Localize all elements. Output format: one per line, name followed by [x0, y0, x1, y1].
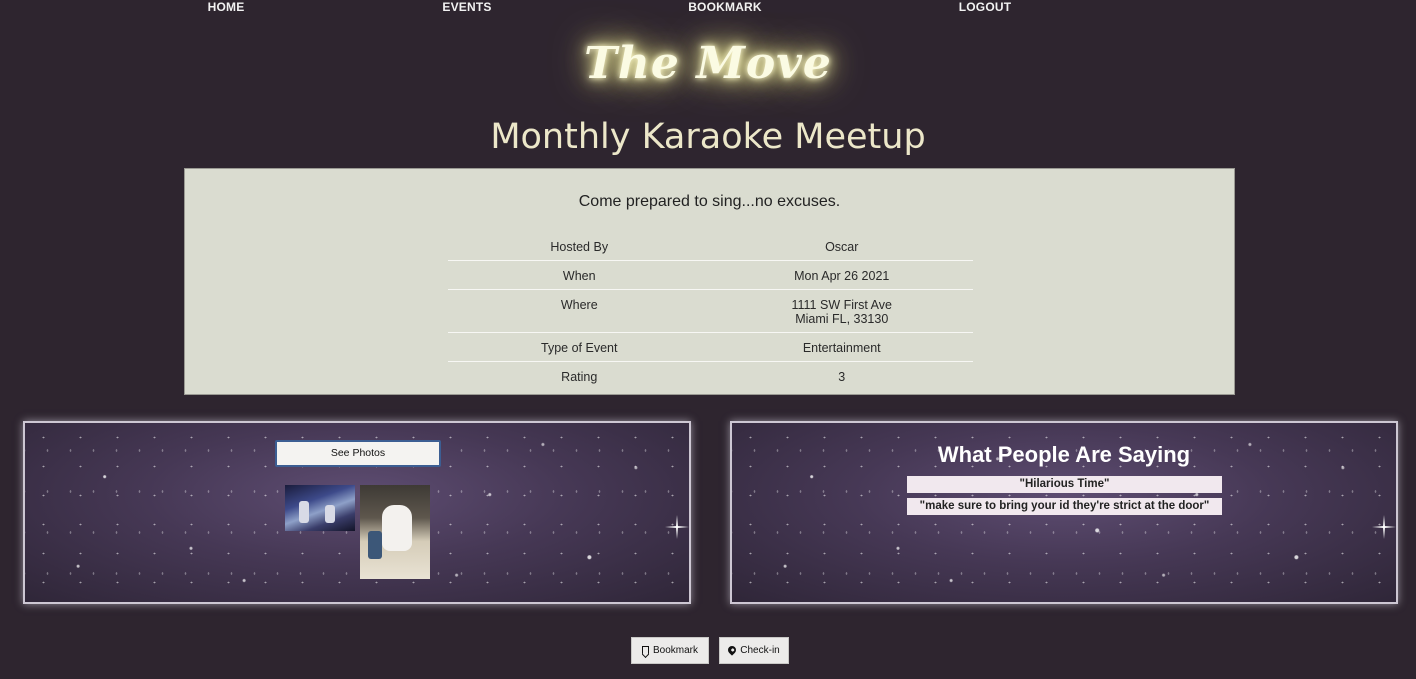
type-value: Entertainment [710, 332, 973, 362]
see-photos-button[interactable]: See Photos [275, 440, 441, 467]
bookmark-button-label: Bookmark [652, 645, 698, 656]
details-row-type: Type of Event Entertainment [448, 332, 973, 362]
check-in-button[interactable]: Check-in [719, 637, 789, 664]
details-row-where: Where 1111 SW First Ave Miami FL, 33130 [448, 289, 973, 333]
address-line-1: 1111 SW First Ave [791, 298, 892, 312]
nav-home-link[interactable]: HOME [208, 0, 245, 14]
site-logo: The Move [584, 38, 832, 89]
map-pin-icon [726, 643, 738, 656]
bookmark-button[interactable]: Bookmark [631, 637, 709, 664]
when-value: Mon Apr 26 2021 [710, 260, 973, 290]
type-label: Type of Event [448, 332, 711, 362]
rating-value: 3 [710, 361, 973, 390]
sparkle-icon [1372, 515, 1396, 539]
person-leg-figure [368, 531, 382, 559]
when-label: When [448, 260, 711, 290]
bookmark-icon [641, 646, 649, 655]
check-in-button-label: Check-in [740, 645, 780, 656]
photos-panel: See Photos [23, 421, 691, 604]
where-value: 1111 SW First Ave Miami FL, 33130 [710, 289, 973, 333]
review-item: "Hilarious Time" [907, 476, 1222, 493]
rating-label: Rating [448, 361, 711, 390]
review-item: "make sure to bring your id they're stri… [907, 498, 1222, 515]
dog-figure [382, 505, 412, 551]
event-description: Come prepared to sing...no excuses. [578, 193, 841, 210]
details-row-host: Hosted By Oscar [448, 232, 973, 261]
photo-thumbnail-dog[interactable] [360, 485, 430, 579]
where-label: Where [448, 289, 711, 333]
performer-figure [299, 501, 309, 523]
sparkle-icon [665, 515, 689, 539]
details-row-when: When Mon Apr 26 2021 [448, 260, 973, 290]
event-title: Monthly Karaoke Meetup [490, 117, 926, 157]
photo-thumbnail-stage[interactable] [285, 485, 355, 531]
address-line-2: Miami FL, 33130 [795, 312, 889, 326]
performer-figure [325, 505, 335, 523]
host-label: Hosted By [550, 240, 609, 254]
nav-bookmark-link[interactable]: BOOKMARK [688, 0, 762, 14]
reviews-panel: What People Are Saying "Hilarious Time" … [730, 421, 1398, 604]
event-details-table: Hosted By Oscar When Mon Apr 26 2021 Whe… [448, 232, 973, 390]
reviews-heading: What People Are Saying [937, 442, 1191, 467]
nav-logout-link[interactable]: LOGOUT [959, 0, 1012, 14]
details-row-rating: Rating 3 [448, 361, 973, 390]
top-nav: HOME EVENTS BOOKMARK LOGOUT [0, 0, 1416, 14]
event-details-card: Come prepared to sing...no excuses. Host… [184, 168, 1235, 395]
nav-events-link[interactable]: EVENTS [442, 0, 491, 14]
host-value: Oscar [825, 240, 859, 254]
